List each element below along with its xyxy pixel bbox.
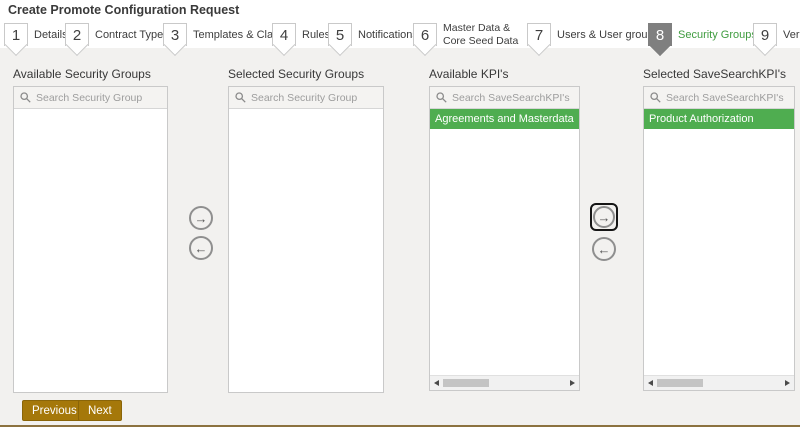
step-2-number: 2 [73,27,81,44]
step-9-number: 9 [761,27,769,44]
move-left-button[interactable]: ← [189,236,213,260]
scrollbar-thumb[interactable] [657,379,703,387]
search-icon [650,92,661,103]
heading-selected-security-groups: Selected Security Groups [228,67,364,81]
available-security-groups-search-input[interactable]: Search Security Group [14,87,167,109]
step-4-label: Rules [302,29,330,41]
step-5-notifications[interactable]: 5 Notifications [328,23,418,46]
step-2-label: Contract Type [95,29,163,41]
search-placeholder: Search SaveSearchKPI's [666,92,784,104]
step-9-label: Verify [783,29,800,41]
step-4-badge: 4 [272,23,296,46]
selected-savesearchkpis-list[interactable]: Product Authorization [644,109,794,375]
arrow-left-icon: ← [195,242,208,255]
heading-available-security-groups: Available Security Groups [13,67,151,81]
move-right-button[interactable]: → [593,206,615,228]
search-icon [436,92,447,103]
step-8-badge: 8 [648,23,672,46]
search-icon [235,92,246,103]
horizontal-scrollbar[interactable] [430,375,579,390]
step-1-badge: 1 [4,23,28,46]
step-8-label: Security Groups [678,29,757,41]
step-6-master-data[interactable]: 6 Master Data & Core Seed Data [413,23,533,46]
scrollbar-left-arrow-icon[interactable] [434,380,439,386]
step-7-badge: 7 [527,23,551,46]
scrollbar-right-arrow-icon[interactable] [570,380,575,386]
step-1-label: Details [34,29,68,41]
step-8-security-groups[interactable]: 8 Security Groups [648,23,757,46]
list-item-label: Product Authorization [649,113,754,125]
step-2-contract-type[interactable]: 2 Contract Type [65,23,163,46]
step-4-number: 4 [280,27,288,44]
selected-security-groups-search-input[interactable]: Search Security Group [229,87,383,109]
search-placeholder: Search Security Group [36,92,142,104]
page-title: Create Promote Configuration Request [8,3,239,17]
step-7-label: Users & User groups [557,29,659,41]
step-3-badge: 3 [163,23,187,46]
step-5-label: Notifications [358,29,418,41]
list-item[interactable]: Product Authorization [644,109,794,129]
available-kpis-panel: Search SaveSearchKPI's Agreements and Ma… [429,86,580,391]
step-7-users-groups[interactable]: 7 Users & User groups [527,23,659,46]
step-1-number: 1 [12,27,20,44]
step-5-number: 5 [336,27,344,44]
step-7-number: 7 [535,27,543,44]
next-button[interactable]: Next [78,400,122,421]
scrollbar-thumb[interactable] [443,379,489,387]
list-item-label: Agreements and Masterdata [435,113,574,125]
available-security-groups-panel: Search Security Group [13,86,168,393]
search-icon [20,92,31,103]
heading-selected-savesearchkpis: Selected SaveSearchKPI's [643,67,786,81]
step-9-verify[interactable]: 9 Verify [753,23,800,46]
horizontal-scrollbar[interactable] [644,375,794,390]
kpi-transfer-controls: → ← [590,203,618,261]
focused-button-ring: → [590,203,618,231]
move-left-button[interactable]: ← [592,237,616,261]
selected-security-groups-list[interactable] [229,109,383,392]
step-5-badge: 5 [328,23,352,46]
available-kpis-search-input[interactable]: Search SaveSearchKPI's [430,87,579,109]
step-6-number: 6 [421,27,429,44]
step-8-number: 8 [656,27,664,44]
search-placeholder: Search SaveSearchKPI's [452,92,570,104]
arrow-right-icon: → [598,211,611,224]
step-9-badge: 9 [753,23,777,46]
search-placeholder: Search Security Group [251,92,357,104]
step-6-badge: 6 [413,23,437,46]
selected-savesearchkpis-search-input[interactable]: Search SaveSearchKPI's [644,87,794,109]
selected-savesearchkpis-panel: Search SaveSearchKPI's Product Authoriza… [643,86,795,391]
list-item[interactable]: Agreements and Masterdata [430,109,579,129]
arrow-right-icon: → [195,212,208,225]
step-3-number: 3 [171,27,179,44]
step-6-label: Master Data & Core Seed Data [443,22,533,47]
security-groups-transfer-controls: → ← [189,206,213,260]
create-promote-configuration-page: Create Promote Configuration Request 1 D… [0,0,800,427]
step-2-badge: 2 [65,23,89,46]
move-right-button[interactable]: → [189,206,213,230]
available-kpis-list[interactable]: Agreements and Masterdata [430,109,579,375]
selected-security-groups-panel: Search Security Group [228,86,384,393]
step-1-details[interactable]: 1 Details [4,23,68,46]
heading-available-kpis: Available KPI's [429,67,508,81]
step-4-rules[interactable]: 4 Rules [272,23,330,46]
scrollbar-left-arrow-icon[interactable] [648,380,653,386]
available-security-groups-list[interactable] [14,109,167,392]
scrollbar-right-arrow-icon[interactable] [785,380,790,386]
arrow-left-icon: ← [598,243,611,256]
